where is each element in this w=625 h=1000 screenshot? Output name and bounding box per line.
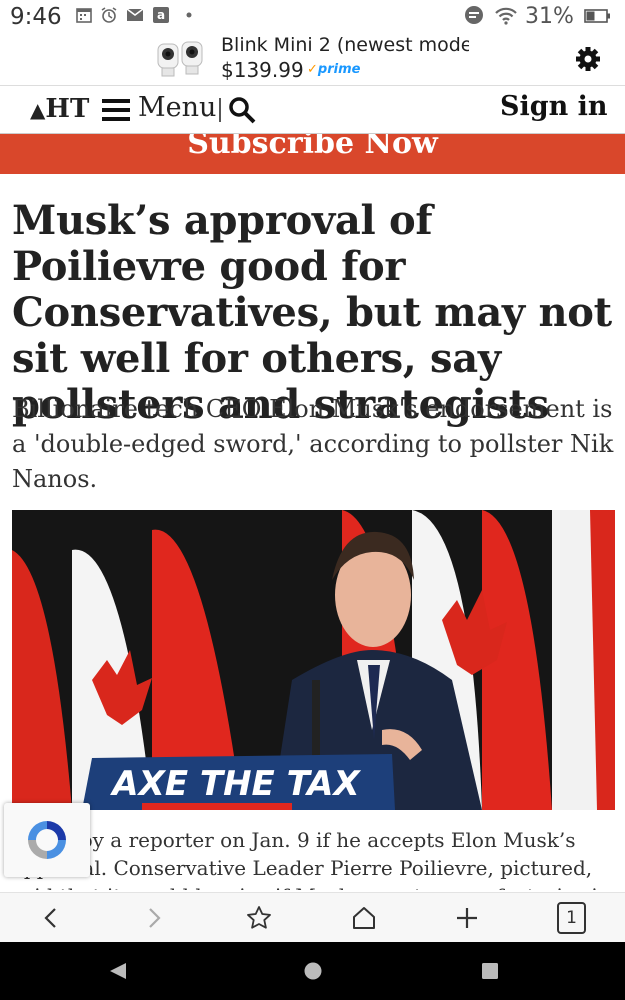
subscribe-label: Subscribe Now <box>187 134 438 161</box>
wifi-icon <box>495 7 517 25</box>
system-nav-bar <box>0 942 625 1000</box>
nav-divider <box>219 98 221 122</box>
recaptcha-icon <box>28 821 66 859</box>
svg-text:a: a <box>157 8 165 22</box>
nav-back-icon[interactable] <box>108 961 128 981</box>
photo-illustration: AXE THE TAX <box>12 510 615 810</box>
prime-badge: ✓prime <box>307 62 361 77</box>
status-bar: 9:46 a 31% <box>0 0 625 34</box>
podium-sign-text: AXE THE TAX <box>109 764 361 804</box>
search-icon[interactable] <box>228 96 256 124</box>
article-subhead: Billionaire tech CEO Elon Musk's endorse… <box>12 395 614 493</box>
signin-link[interactable]: Sign in <box>500 91 608 122</box>
subscribe-banner[interactable]: Subscribe Now <box>0 134 625 174</box>
alexa-icon <box>465 6 483 24</box>
dot-icon <box>186 12 192 18</box>
back-icon[interactable] <box>40 907 62 929</box>
hamburger-icon <box>102 99 130 121</box>
nav-home-icon[interactable] <box>303 961 323 981</box>
mail-icon <box>126 8 144 21</box>
site-header: ▲HT Menu Sign in <box>0 86 625 134</box>
browser-toolbar: 1 <box>0 892 625 942</box>
article-photo[interactable]: AXE THE TAX <box>12 510 615 810</box>
gear-icon[interactable] <box>575 46 601 72</box>
battery-percent: 31% <box>525 4 574 29</box>
home-icon[interactable] <box>351 905 377 931</box>
camera-product-icon <box>157 41 203 77</box>
calendar-icon <box>76 8 92 23</box>
nav-recents-icon[interactable] <box>481 962 499 980</box>
recaptcha-badge[interactable] <box>4 803 90 877</box>
amazon-icon: a <box>153 7 169 23</box>
alarm-icon <box>101 7 117 23</box>
menu-label: Menu <box>138 92 217 123</box>
ad-product-title: Blink Mini 2 (newest model <box>221 34 469 56</box>
new-tab-icon[interactable] <box>455 906 479 930</box>
ad-banner[interactable]: Blink Mini 2 (newest model $139.99 ✓prim… <box>0 34 625 86</box>
site-logo[interactable]: ▲HT <box>30 94 89 124</box>
photo-caption: Asked by a reporter on Jan. 9 if he acce… <box>12 828 611 890</box>
status-time: 9:46 <box>10 4 62 30</box>
ad-price: $139.99 <box>221 58 304 82</box>
star-icon[interactable] <box>246 905 272 931</box>
tab-count-button[interactable]: 1 <box>557 902 586 934</box>
battery-icon <box>584 9 610 23</box>
forward-icon[interactable] <box>143 907 165 929</box>
tab-count: 1 <box>566 908 577 928</box>
podium-sign: AXE THE TAX <box>82 754 395 810</box>
